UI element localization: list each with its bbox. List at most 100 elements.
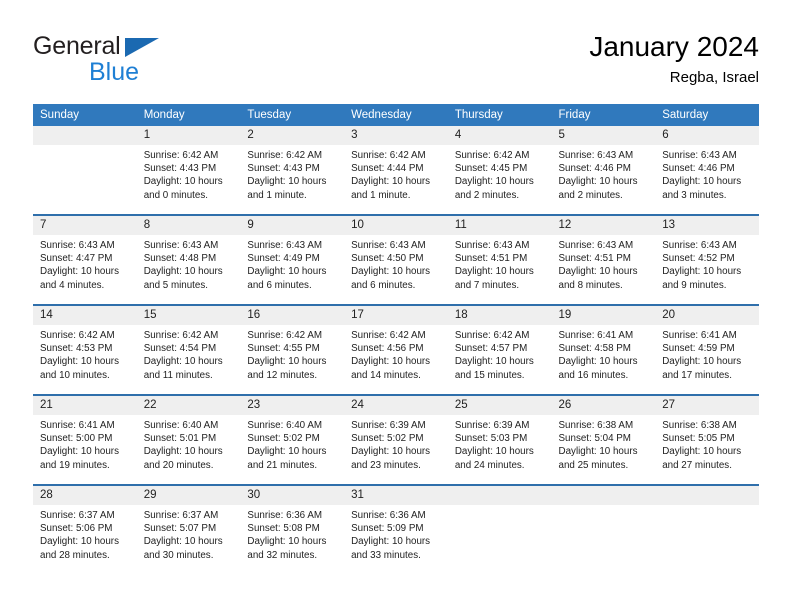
daylight-duration-line2: and 4 minutes. <box>40 279 105 291</box>
day-number: 3 <box>344 126 448 145</box>
sunset-time: Sunset: 5:07 PM <box>143 523 217 535</box>
calendar-day-cell[interactable]: 3 Sunrise: 6:42 AM Sunset: 4:44 PM Daylight… <box>344 126 448 215</box>
daylight-duration-line1: Daylight: 10 hours <box>662 446 742 458</box>
calendar-day-cell[interactable]: 29 Sunrise: 6:37 AM Sunset: 5:07 PM Dayligh… <box>136 484 241 574</box>
calendar-day-cell[interactable]: 20 Sunrise: 6:41 AM Sunset: 4:59 PM Dayligh… <box>655 304 759 395</box>
daylight-duration-line2: and 1 minute. <box>247 189 307 201</box>
daylight-duration-line1: Daylight: 10 hours <box>40 266 119 278</box>
calendar-week-row: 14 Sunrise: 6:42 AM Sunset: 4:53 PM Dayligh… <box>33 304 759 395</box>
calendar-day-cell[interactable]: 16 Sunrise: 6:42 AM Sunset: 4:55 PM Dayligh… <box>240 304 345 395</box>
sunrise-time: Sunrise: 6:40 AM <box>247 420 323 431</box>
calendar-day-cell[interactable]: 2 Sunrise: 6:42 AM Sunset: 4:43 PM Daylight… <box>240 126 345 215</box>
calendar-day-cell[interactable]: 23 Sunrise: 6:40 AM Sunset: 5:02 PM Dayligh… <box>240 394 345 485</box>
day-number: 16 <box>240 306 345 325</box>
calendar-day-cell[interactable]: 28 Sunrise: 6:37 AM Sunset: 5:06 PM Dayligh… <box>33 484 137 574</box>
calendar-day-cell[interactable]: 12 Sunrise: 6:43 AM Sunset: 4:51 PM Dayligh… <box>551 214 656 305</box>
calendar-day-cell[interactable]: 30 Sunrise: 6:36 AM Sunset: 5:08 PM Dayligh… <box>240 484 345 574</box>
day-number: 5 <box>551 126 656 145</box>
calendar-day-cell[interactable]: 26 Sunrise: 6:38 AM Sunset: 5:04 PM Dayligh… <box>551 394 656 485</box>
page-title: January 2024 <box>589 31 759 62</box>
sunrise-time: Sunrise: 6:43 AM <box>662 150 737 161</box>
sunrise-time: Sunrise: 6:43 AM <box>247 240 323 251</box>
day-details: Sunrise: 6:40 AM Sunset: 5:02 PM Daylight:… <box>240 415 344 472</box>
day-number: 12 <box>551 216 656 235</box>
sunset-time: Sunset: 4:43 PM <box>143 163 217 175</box>
calendar-day-cell[interactable]: 7 Sunrise: 6:43 AM Sunset: 4:47 PM Daylight… <box>33 214 137 305</box>
daylight-duration-line1: Daylight: 10 hours <box>247 266 327 278</box>
day-details: Sunrise: 6:43 AM Sunset: 4:51 PM Daylight:… <box>552 235 656 292</box>
day-number: 31 <box>344 486 448 505</box>
weekday-header-wednesday: Wednesday <box>344 104 448 126</box>
daylight-duration-line1: Daylight: 10 hours <box>662 266 742 278</box>
day-number: 1 <box>136 126 241 145</box>
day-details <box>33 145 137 149</box>
calendar-day-cell[interactable]: 24 Sunrise: 6:39 AM Sunset: 5:02 PM Dayligh… <box>344 394 448 485</box>
calendar-day-cell[interactable]: 5 Sunrise: 6:43 AM Sunset: 4:46 PM Daylight… <box>551 126 656 215</box>
weekday-header-row: Sunday Monday Tuesday Wednesday Thursday… <box>33 104 759 126</box>
calendar-day-cell[interactable]: 11 Sunrise: 6:43 AM Sunset: 4:51 PM Dayligh… <box>447 214 552 305</box>
daylight-duration-line2: and 11 minutes. <box>143 369 213 381</box>
calendar-day-cell[interactable]: 25 Sunrise: 6:39 AM Sunset: 5:03 PM Dayligh… <box>447 394 552 485</box>
sunset-time: Sunset: 4:51 PM <box>558 253 631 265</box>
daylight-duration-line2: and 20 minutes. <box>143 459 214 471</box>
day-details: Sunrise: 6:42 AM Sunset: 4:56 PM Daylight:… <box>344 325 448 382</box>
calendar-day-cell[interactable]: 8 Sunrise: 6:43 AM Sunset: 4:48 PM Daylight… <box>136 214 241 305</box>
sunrise-time: Sunrise: 6:41 AM <box>558 330 634 341</box>
calendar-day-cell[interactable]: 15 Sunrise: 6:42 AM Sunset: 4:54 PM Dayligh… <box>136 304 241 395</box>
calendar-day-cell[interactable]: 1 Sunrise: 6:42 AM Sunset: 4:43 PM Daylight… <box>136 126 241 215</box>
calendar-page: General Blue January 2024 Regba, Israel … <box>0 0 792 612</box>
calendar-week-row: 28 Sunrise: 6:37 AM Sunset: 5:06 PM Dayligh… <box>33 484 759 574</box>
day-details: Sunrise: 6:43 AM Sunset: 4:52 PM Daylight:… <box>655 235 759 292</box>
calendar-day-cell[interactable]: 6 Sunrise: 6:43 AM Sunset: 4:46 PM Daylight… <box>655 126 759 215</box>
sunset-time: Sunset: 4:51 PM <box>454 253 528 265</box>
daylight-duration-line2: and 12 minutes. <box>247 369 318 381</box>
weekday-header-sunday: Sunday <box>33 104 137 126</box>
calendar-week-row: 1 Sunrise: 6:42 AM Sunset: 4:43 PM Daylight… <box>33 126 759 215</box>
day-number <box>447 486 552 505</box>
daylight-duration-line1: Daylight: 10 hours <box>662 356 742 368</box>
day-details <box>655 505 759 509</box>
daylight-duration-line1: Daylight: 10 hours <box>143 266 223 278</box>
sunrise-time: Sunrise: 6:41 AM <box>662 330 737 341</box>
daylight-duration-line2: and 30 minutes. <box>143 549 214 561</box>
day-details: Sunrise: 6:43 AM Sunset: 4:48 PM Daylight:… <box>137 235 241 292</box>
calendar-day-cell[interactable]: 10 Sunrise: 6:43 AM Sunset: 4:50 PM Dayligh… <box>344 214 448 305</box>
day-details: Sunrise: 6:43 AM Sunset: 4:46 PM Daylight:… <box>552 145 656 202</box>
daylight-duration-line2: and 27 minutes. <box>662 459 732 471</box>
sunset-time: Sunset: 4:50 PM <box>351 253 424 265</box>
sunrise-time: Sunrise: 6:38 AM <box>662 420 737 431</box>
calendar-day-cell[interactable]: 14 Sunrise: 6:42 AM Sunset: 4:53 PM Dayligh… <box>33 304 137 395</box>
sunset-time: Sunset: 4:48 PM <box>143 253 217 265</box>
calendar-day-cell[interactable]: 22 Sunrise: 6:40 AM Sunset: 5:01 PM Dayligh… <box>136 394 241 485</box>
daylight-duration-line2: and 10 minutes. <box>40 369 110 381</box>
general-blue-logo[interactable]: General Blue <box>33 32 273 90</box>
logo-word-general: General <box>33 32 121 60</box>
calendar-day-cell[interactable]: 19 Sunrise: 6:41 AM Sunset: 4:58 PM Dayligh… <box>551 304 656 395</box>
calendar-day-cell[interactable]: 18 Sunrise: 6:42 AM Sunset: 4:57 PM Dayligh… <box>447 304 552 395</box>
sunset-time: Sunset: 4:54 PM <box>143 343 217 355</box>
daylight-duration-line2: and 32 minutes. <box>247 549 318 561</box>
calendar-day-cell[interactable]: 4 Sunrise: 6:42 AM Sunset: 4:45 PM Daylight… <box>447 126 552 215</box>
day-details: Sunrise: 6:42 AM Sunset: 4:57 PM Daylight:… <box>448 325 552 382</box>
sunset-time: Sunset: 5:09 PM <box>351 523 424 535</box>
day-number: 25 <box>447 396 552 415</box>
sunset-time: Sunset: 5:02 PM <box>247 433 320 445</box>
sunset-time: Sunset: 4:46 PM <box>558 163 631 175</box>
daylight-duration-line2: and 21 minutes. <box>247 459 318 471</box>
page-header: General Blue January 2024 Regba, Israel <box>33 30 759 92</box>
calendar-day-cell[interactable]: 21 Sunrise: 6:41 AM Sunset: 5:00 PM Dayligh… <box>33 394 137 485</box>
calendar-day-cell[interactable]: 31 Sunrise: 6:36 AM Sunset: 5:09 PM Dayligh… <box>344 484 448 574</box>
sunrise-time: Sunrise: 6:42 AM <box>40 330 115 341</box>
weekday-header-tuesday: Tuesday <box>240 104 345 126</box>
calendar-day-cell-empty <box>655 484 759 574</box>
calendar-day-cell[interactable]: 27 Sunrise: 6:38 AM Sunset: 5:05 PM Dayligh… <box>655 394 759 485</box>
sunrise-time: Sunrise: 6:43 AM <box>662 240 737 251</box>
day-number: 6 <box>655 126 759 145</box>
day-number: 10 <box>344 216 448 235</box>
calendar-day-cell[interactable]: 17 Sunrise: 6:42 AM Sunset: 4:56 PM Dayligh… <box>344 304 448 395</box>
calendar-day-cell[interactable]: 9 Sunrise: 6:43 AM Sunset: 4:49 PM Daylight… <box>240 214 345 305</box>
calendar-day-cell[interactable]: 13 Sunrise: 6:43 AM Sunset: 4:52 PM Dayligh… <box>655 214 759 305</box>
sunset-time: Sunset: 5:02 PM <box>351 433 424 445</box>
sunset-time: Sunset: 4:44 PM <box>351 163 424 175</box>
sunrise-time: Sunrise: 6:42 AM <box>351 150 426 161</box>
